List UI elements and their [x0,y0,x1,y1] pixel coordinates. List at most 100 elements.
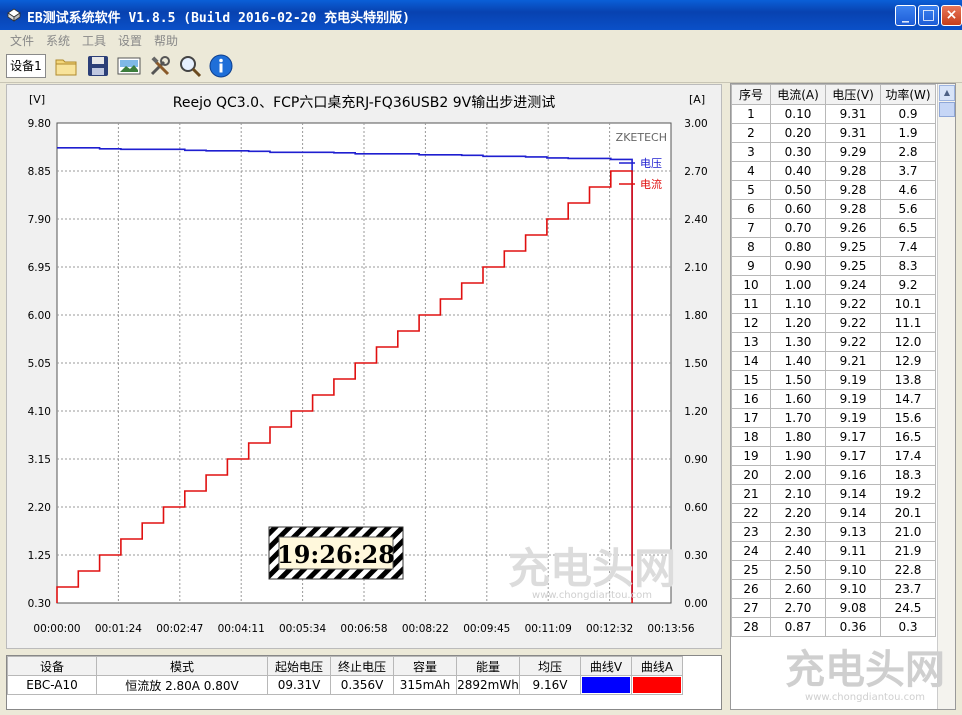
minimize-button[interactable]: _ [895,5,916,26]
legend-current: 电流 [640,177,662,191]
table-cell: 0.70 [770,218,826,238]
table-row[interactable]: 1 0.10 9.31 0.9 [731,104,936,124]
search-icon[interactable] [178,54,202,78]
table-cell: 12 [731,313,771,333]
scroll-thumb[interactable] [939,102,955,117]
table-row[interactable]: 27 2.70 9.08 24.5 [731,598,936,618]
summary-header-5: 能量 [456,656,520,676]
table-row[interactable]: 13 1.30 9.22 12.0 [731,332,936,352]
scroll-up-icon[interactable]: ▲ [939,85,955,101]
table-cell: 0.9 [880,104,936,124]
summary-panel: 设备 模式 起始电压 终止电压 容量 能量 均压 曲线V 曲线A EBC-A10 恒流放 2.80… [6,655,722,710]
maximize-button[interactable]: □ [918,5,939,26]
summary-curve-cell [631,675,683,695]
table-row[interactable]: 10 1.00 9.24 9.2 [731,275,936,295]
panel-watermark-url: www.chongdiantou.com [805,692,925,703]
table-cell: 15 [731,370,771,390]
y-left-tick-label: 6.00 [28,310,51,322]
table-row[interactable]: 7 0.70 9.26 6.5 [731,218,936,238]
vertical-scrollbar[interactable]: ▲ [937,84,955,709]
image-icon[interactable] [117,54,141,78]
table-cell: 8 [731,237,771,257]
y-right-tick-label: 0.30 [684,550,707,562]
table-row[interactable]: 24 2.40 9.11 21.9 [731,541,936,561]
table-row[interactable]: 17 1.70 9.19 15.6 [731,408,936,428]
table-row[interactable]: 3 0.30 9.29 2.8 [731,142,936,162]
table-row[interactable]: 12 1.20 9.22 11.1 [731,313,936,333]
table-cell: 1.80 [770,427,826,447]
watermark-url: www.chongdiantou.com [532,590,652,601]
x-tick-label: 00:09:45 [463,623,510,635]
menu-tools[interactable]: 工具 [82,32,106,49]
y-right-tick-label: 1.50 [684,358,707,370]
table-cell: 8.3 [880,256,936,276]
table-row[interactable]: 16 1.60 9.19 14.7 [731,389,936,409]
table-cell: 22.8 [880,560,936,580]
table-cell: 0.20 [770,123,826,143]
table-row[interactable]: 21 2.10 9.14 19.2 [731,484,936,504]
table-cell: 10 [731,275,771,295]
menu-file[interactable]: 文件 [10,32,34,49]
y-left-tick-label: 8.85 [28,166,51,178]
table-row[interactable]: 19 1.90 9.17 17.4 [731,446,936,466]
folder-icon[interactable] [54,54,78,78]
table-cell: 9.22 [825,294,881,314]
x-tick-label: 00:12:32 [586,623,633,635]
table-row[interactable]: 18 1.80 9.17 16.5 [731,427,936,447]
table-row[interactable]: 11 1.10 9.22 10.1 [731,294,936,314]
menu-system[interactable]: 系统 [46,32,70,49]
table-row[interactable]: 14 1.40 9.21 12.9 [731,351,936,371]
close-button[interactable]: × [941,5,962,26]
table-cell: 7.4 [880,237,936,257]
table-row[interactable]: 20 2.00 9.16 18.3 [731,465,936,485]
table-row[interactable]: 2 0.20 9.31 1.9 [731,123,936,143]
tab-device-1[interactable]: 设备1 [6,54,46,78]
table-cell: 11 [731,294,771,314]
y-right-tick-label: 1.80 [684,310,707,322]
y-right-tick-label: 1.20 [684,406,707,418]
menu-help[interactable]: 帮助 [154,32,178,49]
table-cell: 9 [731,256,771,276]
info-icon[interactable] [209,54,233,78]
table-cell: 1.70 [770,408,826,428]
summary-header-8: 曲线A [631,656,683,676]
table-cell: 9.19 [825,370,881,390]
table-cell: 9.21 [825,351,881,371]
table-row[interactable]: 6 0.60 9.28 5.6 [731,199,936,219]
table-row[interactable]: 26 2.60 9.10 23.7 [731,579,936,599]
y-left-tick-label: 0.30 [28,598,51,610]
table-row[interactable]: 23 2.30 9.13 21.0 [731,522,936,542]
table-cell: 2 [731,123,771,143]
brand-label: ZKETECH [616,131,667,144]
table-row[interactable]: 15 1.50 9.19 13.8 [731,370,936,390]
table-cell: 9.24 [825,275,881,295]
curve-v-color-swatch[interactable] [582,677,630,693]
table-cell: 1.90 [770,446,826,466]
table-row[interactable]: 22 2.20 9.14 20.1 [731,503,936,523]
table-row[interactable]: 25 2.50 9.10 22.8 [731,560,936,580]
summary-value-4: 315mAh [393,675,457,695]
table-cell: 0.3 [880,617,936,637]
results-table: 序号 电流(A) 电压(V) 功率(W) 1 0.10 9.31 0.9 2 0.20 9.31 1… [731,84,936,637]
table-row[interactable]: 8 0.80 9.25 7.4 [731,237,936,257]
table-cell: 12.0 [880,332,936,352]
y-left-tick-label: 5.05 [28,358,51,370]
legend-voltage: 电压 [640,157,662,170]
x-tick-label: 00:00:00 [33,623,80,635]
save-icon[interactable] [86,54,110,78]
menu-settings[interactable]: 设置 [118,32,142,49]
table-row[interactable]: 4 0.40 9.28 3.7 [731,161,936,181]
table-cell: 24 [731,541,771,561]
table-row[interactable]: 5 0.50 9.28 4.6 [731,180,936,200]
window-title: EB测试系统软件 V1.8.5 (Build 2016-02-20 充电头特别版… [27,11,410,26]
curve-a-color-swatch[interactable] [633,677,681,693]
tools-icon[interactable] [148,54,172,78]
table-cell: 1.9 [880,123,936,143]
table-row[interactable]: 9 0.90 9.25 8.3 [731,256,936,276]
table-cell: 9.08 [825,598,881,618]
panel-watermark: 充电头网 www.chongdiantou.com [785,648,945,703]
summary-value-6: 9.16V [519,675,581,695]
table-cell: 9.10 [825,579,881,599]
table-cell: 17.4 [880,446,936,466]
table-row[interactable]: 28 0.87 0.36 0.3 [731,617,936,637]
